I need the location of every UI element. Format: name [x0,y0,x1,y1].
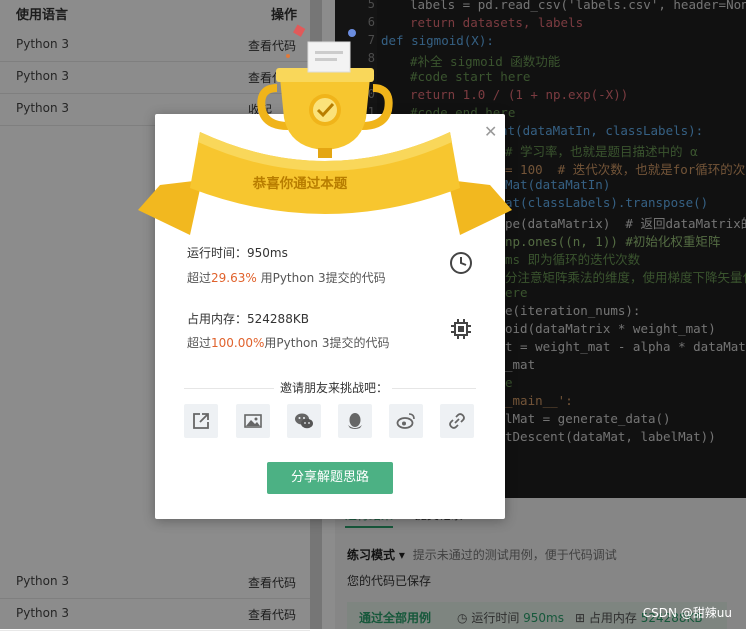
external-share-button[interactable] [184,404,218,438]
qq-icon [348,413,362,429]
memory-stat-label: 占用内存： [187,312,248,326]
runtime-stat: 运行时间：950ms [187,244,288,261]
runtime-beat-percent: 29.63% [211,271,257,285]
runtime-beat-prefix: 超过 [187,271,212,285]
share-solution-button[interactable]: 分享解题思路 [267,462,393,494]
invite-text: 邀请朋友来挑战吧： [276,379,393,396]
memory-stat: 占用内存：524288KB [187,310,309,327]
image-icon [244,414,262,428]
divider [386,388,476,389]
memory-beat-suffix: 用Python 3提交的代码 [264,336,390,350]
runtime-beat-suffix: 用Python 3提交的代码 [256,271,386,285]
image-share-button[interactable] [236,404,270,438]
wechat-share-button[interactable] [287,404,321,438]
wechat-icon [295,413,313,429]
memory-beat-percent: 100.00% [211,336,265,350]
clock-icon [450,252,472,274]
chip-icon [451,319,471,339]
weibo-share-button[interactable] [389,404,423,438]
divider [184,388,274,389]
runtime-beat: 超过29.63% 用Python 3提交的代码 [187,269,386,286]
memory-beat-prefix: 超过 [187,336,212,350]
link-icon [449,413,465,429]
runtime-stat-value: 950ms [247,246,288,260]
runtime-stat-label: 运行时间： [187,246,248,260]
close-icon[interactable]: ✕ [484,122,497,141]
memory-beat: 超过100.00%用Python 3提交的代码 [187,334,389,351]
weibo-icon [396,413,415,429]
dialog-title: 恭喜你通过本题 [252,176,348,192]
watermark: CSDN @甜辣uu [642,606,732,620]
qq-share-button[interactable] [338,404,372,438]
external-share-icon [193,413,209,429]
link-share-button[interactable] [440,404,474,438]
memory-stat-value: 524288KB [247,312,309,326]
